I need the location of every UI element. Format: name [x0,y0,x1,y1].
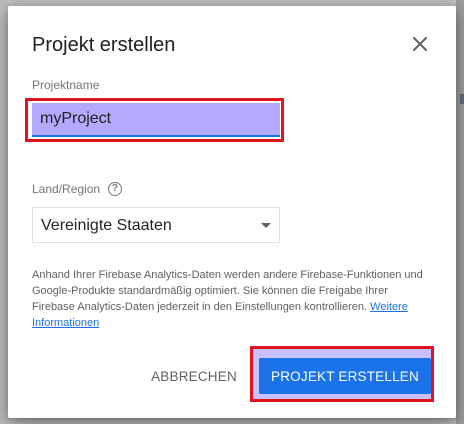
region-label: Land/Region [32,182,101,196]
dialog-title: Projekt erstellen [32,34,176,56]
project-name-input[interactable] [32,103,280,137]
help-circle-icon[interactable]: ? [108,182,123,196]
close-button[interactable] [408,32,432,56]
create-project-dialog: Projekt erstellen Projektname Land/Regio… [8,6,456,418]
analytics-info-body: Anhand Ihrer Firebase Analytics-Daten we… [32,269,423,313]
close-icon [413,37,427,51]
background-mark [460,94,464,104]
region-selected-value: Vereinigte Staaten [41,217,172,234]
chevron-down-icon [261,223,271,228]
background-panel [456,0,464,424]
create-project-button[interactable]: PROJEKT ERSTELLEN [259,358,431,394]
region-label-row: Land/Region ? [32,182,123,196]
cancel-button[interactable]: ABBRECHEN [148,362,240,390]
region-select[interactable]: Vereinigte Staaten [32,207,280,243]
project-name-label: Projektname [32,78,100,92]
analytics-info-text: Anhand Ihrer Firebase Analytics-Daten we… [32,267,432,331]
